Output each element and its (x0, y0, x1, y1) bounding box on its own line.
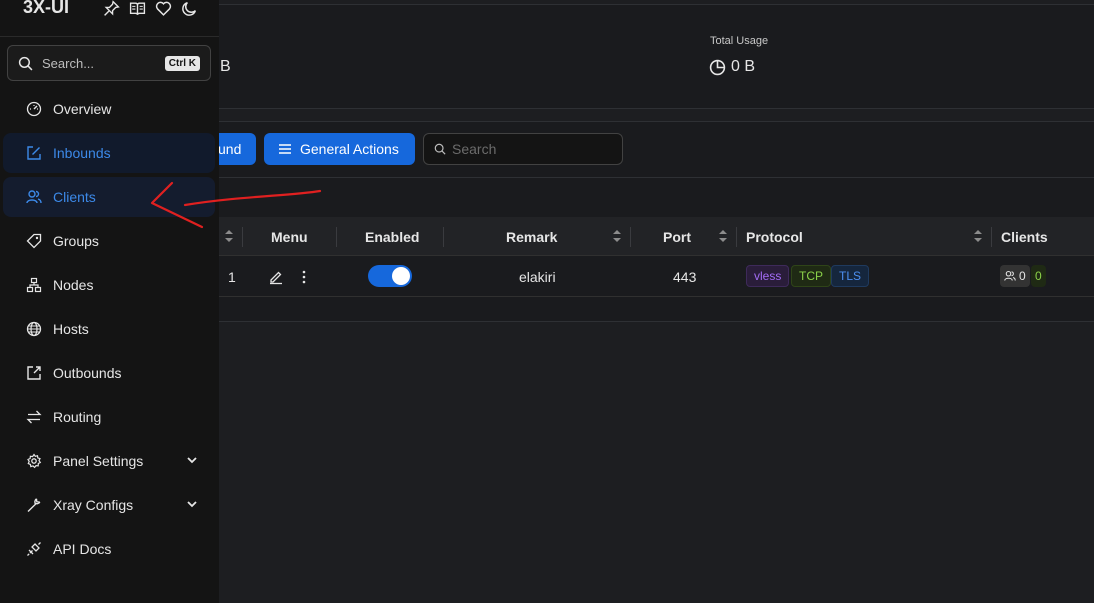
sidebar: 3X-UI Ctrl K Overview Inbounds Clients (0, 0, 219, 603)
protocol-tag-tcp: TCP (791, 265, 831, 287)
cluster-icon (26, 277, 42, 293)
sidebar-item-groups[interactable]: Groups (3, 221, 215, 261)
edit-inbound-button[interactable] (268, 256, 284, 297)
sort-icon[interactable] (973, 228, 983, 244)
sidebar-item-label: Outbounds (53, 365, 122, 381)
column-separator (630, 227, 631, 247)
row-remark: elakiri (519, 268, 556, 285)
sidebar-divider (0, 36, 219, 37)
heart-icon[interactable] (155, 0, 172, 17)
sidebar-item-label: Clients (53, 189, 96, 205)
users-icon (1004, 270, 1016, 281)
sidebar-item-label: Inbounds (53, 145, 111, 161)
column-header-menu: Menu (271, 228, 308, 245)
sidebar-item-label: Nodes (53, 277, 94, 293)
sidebar-item-label: Overview (53, 101, 112, 117)
sidebar-item-label: Xray Configs (53, 497, 134, 513)
api-icon (27, 542, 41, 556)
docs-icon[interactable] (129, 0, 146, 17)
app-window: B Total Usage 0 B und General Actions Me… (0, 0, 1094, 603)
row-more-button[interactable] (298, 256, 310, 297)
globe-icon (26, 321, 42, 337)
sidebar-item-routing[interactable]: Routing (3, 397, 215, 437)
tool-icon (27, 498, 41, 513)
more-vertical-icon (302, 270, 306, 283)
column-separator (736, 227, 737, 247)
inbound-search-input[interactable] (452, 141, 612, 157)
dashboard-icon (26, 101, 42, 117)
users-icon (26, 190, 42, 204)
search-icon (434, 143, 446, 155)
sidebar-item-label: Panel Settings (53, 453, 144, 469)
general-actions-button[interactable]: General Actions (264, 133, 415, 165)
protocol-tag-tls: TLS (831, 265, 870, 287)
row-id: 1 (228, 268, 236, 285)
table-row (200, 256, 1094, 297)
enabled-toggle[interactable] (368, 265, 412, 287)
chevron-down-icon (187, 501, 197, 508)
protocol-tag-vless: vless (746, 265, 790, 287)
column-header-enabled: Enabled (365, 228, 420, 245)
shortcut-badge: Ctrl K (164, 55, 200, 71)
sidebar-item-hosts[interactable]: Hosts (3, 309, 215, 349)
gear-icon (27, 453, 42, 469)
column-separator (242, 227, 243, 247)
clients-online-badge[interactable]: 0 (1031, 265, 1046, 287)
toggle-knob (392, 267, 410, 285)
add-inbound-label: und (218, 141, 242, 157)
header-icons (103, 0, 198, 17)
sidebar-item-panel-settings[interactable]: Panel Settings (3, 441, 215, 481)
total-usage-value: 0 B (709, 58, 755, 76)
menu-icon (279, 144, 291, 154)
chevron-down-icon (187, 457, 197, 464)
column-separator (443, 227, 444, 247)
table-header (200, 217, 1094, 256)
edit-square-icon (27, 146, 41, 160)
sidebar-item-label: Routing (53, 409, 102, 425)
external-link-icon (27, 366, 41, 380)
edit-icon (270, 271, 282, 284)
clients-total-count: 0 (1019, 269, 1026, 283)
column-header-remark[interactable]: Remark (506, 217, 557, 256)
sidebar-search-box[interactable]: Ctrl K (7, 45, 211, 81)
sidebar-item-nodes[interactable]: Nodes (3, 265, 215, 305)
sidebar-item-label: API Docs (53, 541, 112, 557)
column-separator (991, 227, 992, 247)
search-icon (18, 56, 33, 70)
sidebar-item-clients[interactable]: Clients (3, 177, 215, 217)
sidebar-item-xray-configs[interactable]: Xray Configs (3, 485, 215, 525)
row-port: 443 (673, 268, 697, 285)
sidebar-item-overview[interactable]: Overview (3, 89, 215, 129)
column-header-clients: Clients (1001, 228, 1048, 245)
stats-card (200, 4, 1094, 109)
sidebar-item-inbounds[interactable]: Inbounds (3, 133, 215, 173)
stat-partial-value: B (220, 58, 231, 75)
app-logo: 3X-UI (23, 0, 70, 17)
sidebar-item-label: Hosts (53, 321, 89, 337)
column-header-port[interactable]: Port (663, 217, 691, 256)
clients-total-badge[interactable]: 0 (1000, 265, 1030, 287)
pin-icon[interactable] (103, 0, 120, 17)
column-separator (336, 227, 337, 247)
column-header-protocol[interactable]: Protocol (746, 217, 803, 256)
inbound-search-box[interactable] (423, 133, 623, 165)
sidebar-item-outbounds[interactable]: Outbounds (3, 353, 215, 393)
sort-icon[interactable] (612, 228, 622, 244)
sort-icon[interactable] (718, 228, 728, 244)
swap-icon (26, 410, 42, 424)
moon-icon[interactable] (181, 0, 198, 17)
total-usage-text: 0 B (731, 58, 756, 75)
sidebar-item-label: Groups (53, 233, 99, 249)
total-usage-label: Total Usage (710, 35, 769, 47)
tag-icon (26, 233, 42, 249)
sidebar-item-api-docs[interactable]: API Docs (3, 529, 215, 569)
general-actions-label: General Actions (300, 141, 399, 157)
sort-icon[interactable] (224, 228, 234, 244)
sidebar-search-input[interactable] (42, 55, 152, 71)
pie-chart-icon (709, 59, 726, 75)
